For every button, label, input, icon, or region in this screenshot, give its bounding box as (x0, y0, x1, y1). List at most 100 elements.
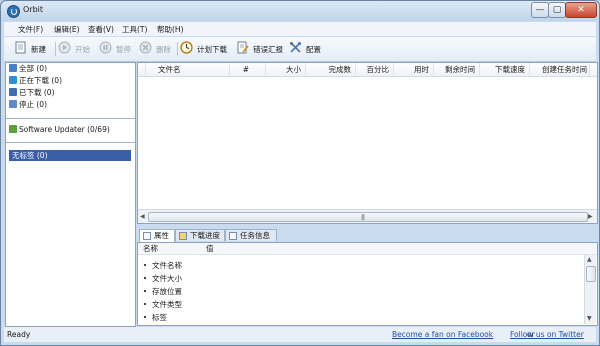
tab-properties[interactable]: 属性 (139, 229, 175, 242)
maximize-button[interactable]: ▢ (548, 2, 566, 18)
scroll-left-icon[interactable]: ◀ (140, 213, 145, 220)
scroll-down-icon[interactable]: ▼ (587, 315, 592, 322)
new-button[interactable]: 新建 (14, 40, 54, 57)
schedule-download-label: 计划下载 (197, 45, 227, 54)
scroll-up-icon[interactable]: ▲ (587, 256, 592, 263)
properties-icon (143, 232, 151, 240)
vertical-scroll-thumb[interactable] (586, 266, 596, 282)
play-icon (58, 41, 71, 54)
properties-panel[interactable]: 名称 值 文件名称 文件大小 存放位置 文件类型 标签 ▲ ▼ (137, 242, 598, 326)
new-icon (15, 41, 26, 54)
report-icon (237, 41, 249, 54)
error-report-button[interactable]: 错误汇报 (236, 40, 290, 57)
config-button[interactable]: 配置 (289, 40, 327, 57)
column-size[interactable]: 大小 (266, 63, 306, 76)
status-bar: Ready Become a fan on Facebook or Follow… (4, 327, 596, 342)
toolbar-separator (55, 42, 56, 56)
minimize-button[interactable]: — (531, 2, 549, 18)
software-updater-item[interactable]: Software Updater (0/69) (9, 125, 110, 136)
property-row[interactable]: 文件名称 (144, 260, 182, 271)
bullet-icon (144, 290, 146, 292)
schedule-download-button[interactable]: 计划下载 (180, 40, 234, 57)
twitter-link[interactable]: Follow us on Twitter (510, 327, 584, 342)
property-name: 文件大小 (152, 274, 182, 283)
config-icon (290, 42, 301, 53)
property-row[interactable]: 文件大小 (144, 273, 182, 284)
pause-button[interactable]: 暂停 (99, 40, 135, 57)
column-elapsed[interactable]: 用时 (394, 63, 434, 76)
column-filename[interactable]: 文件名 (146, 63, 230, 76)
vertical-scrollbar[interactable]: ▲ ▼ (584, 255, 596, 324)
orbit-window: Orbit — ▢ ✕ 文件(F) 编辑(E) 查看(V) 工具(T) 帮助(H… (0, 0, 600, 346)
grip-icon: ||| (361, 214, 365, 221)
tag-untagged[interactable]: 无标签 (0) (9, 150, 131, 161)
category-all[interactable]: 全部 (0) (9, 63, 47, 74)
category-label: 全部 (0) (19, 64, 48, 73)
column-value: 值 (206, 244, 214, 253)
tab-download-progress[interactable]: 下载进度 (175, 229, 225, 241)
title-bar[interactable]: Orbit — ▢ ✕ (1, 1, 599, 21)
status-text: Ready (7, 330, 31, 339)
category-label: 停止 (0) (19, 100, 48, 109)
column-percent[interactable]: 百分比 (356, 63, 394, 76)
window-title: Orbit (23, 5, 44, 14)
category-downloading[interactable]: 正在下载 (0) (9, 75, 62, 86)
column-speed[interactable]: 下载速度 (480, 63, 530, 76)
downloaded-icon (9, 88, 17, 96)
menu-file[interactable]: 文件(F) (18, 24, 43, 35)
updater-icon (9, 125, 17, 133)
delete-icon (139, 41, 152, 54)
horizontal-scrollbar[interactable]: ◀ ||| ▶ (138, 209, 597, 223)
software-updater-label: Software Updater (0/69) (19, 125, 110, 134)
tab-label: 下载进度 (190, 231, 220, 240)
menu-tools[interactable]: 工具(T) (122, 24, 147, 35)
bullet-icon (144, 264, 146, 266)
sidebar-divider (6, 118, 135, 119)
menu-help[interactable]: 帮助(H) (157, 24, 184, 35)
column-remaining[interactable]: 剩余时间 (434, 63, 480, 76)
toolbar-separator (177, 42, 178, 56)
property-row[interactable]: 标签 (144, 312, 167, 323)
progress-icon (179, 232, 187, 240)
delete-button[interactable]: 删除 (139, 40, 175, 57)
column-blank (138, 63, 146, 76)
property-row[interactable]: 存放位置 (144, 286, 182, 297)
category-downloaded[interactable]: 已下载 (0) (9, 87, 55, 98)
close-button[interactable]: ✕ (565, 2, 597, 18)
all-icon (9, 64, 17, 72)
bullet-icon (144, 316, 146, 318)
bullet-icon (144, 303, 146, 305)
delete-label: 删除 (156, 45, 171, 54)
property-name: 文件名称 (152, 261, 182, 270)
sidebar-divider (6, 142, 135, 143)
orbit-logo-icon (7, 5, 20, 18)
menu-view[interactable]: 查看(V) (88, 24, 114, 35)
new-label: 新建 (31, 45, 46, 54)
tab-task-info[interactable]: 任务信息 (225, 229, 277, 241)
download-list[interactable]: 文件名 # 大小 完成数 百分比 用时 剩余时间 下载速度 创建任务时间 ◀ |… (137, 62, 598, 224)
column-name: 名称 (143, 244, 158, 253)
stopped-icon (9, 100, 17, 108)
start-button[interactable]: 开始 (58, 40, 94, 57)
category-sidebar: 全部 (0) 正在下载 (0) 已下载 (0) 停止 (0) Software … (5, 62, 136, 327)
tab-label: 属性 (154, 231, 169, 240)
config-label: 配置 (306, 45, 321, 54)
column-number[interactable]: # (230, 63, 266, 76)
facebook-link[interactable]: Become a fan on Facebook (392, 327, 493, 342)
menu-edit[interactable]: 编辑(E) (54, 24, 80, 35)
toolbar: 新建 开始 暂停 删除 计划下载 错误汇报 配置 (4, 37, 596, 62)
info-icon (229, 232, 237, 240)
properties-header: 名称 值 (138, 243, 597, 255)
column-created[interactable]: 创建任务时间 (530, 63, 590, 76)
pause-label: 暂停 (116, 45, 131, 54)
column-completed[interactable]: 完成数 (306, 63, 356, 76)
list-header: 文件名 # 大小 完成数 百分比 用时 剩余时间 下载速度 创建任务时间 (138, 63, 597, 77)
scroll-right-icon[interactable]: ▶ (588, 213, 593, 220)
category-label: 正在下载 (0) (19, 76, 63, 85)
clock-icon (180, 41, 193, 54)
category-stopped[interactable]: 停止 (0) (9, 99, 47, 110)
property-name: 文件类型 (152, 300, 182, 309)
horizontal-scroll-thumb[interactable]: ||| (148, 212, 588, 222)
category-label: 已下载 (0) (19, 88, 55, 97)
property-row[interactable]: 文件类型 (144, 299, 182, 310)
